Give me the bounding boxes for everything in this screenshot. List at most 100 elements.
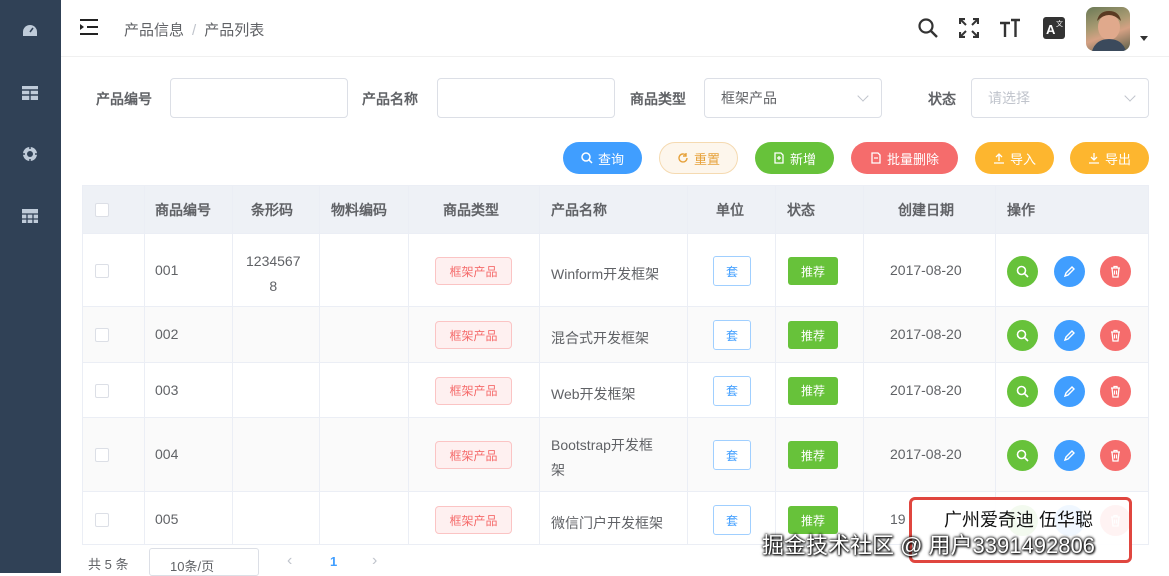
page-number-current[interactable]: 1	[330, 554, 337, 569]
trash-icon	[1109, 265, 1122, 278]
download-icon	[1088, 153, 1099, 164]
edit-button[interactable]	[1054, 375, 1085, 407]
delete-button[interactable]	[1100, 320, 1131, 351]
breadcrumb: 产品信息 / 产品列表	[124, 19, 264, 40]
cell-product-name: Winform开发框架	[551, 262, 659, 287]
watermark-community: 掘金技术社区 @ 用户3391492806	[762, 533, 1095, 558]
batch-delete-button[interactable]: 批量删除	[851, 142, 958, 174]
row-checkbox[interactable]	[95, 448, 109, 462]
column-divider	[775, 186, 776, 544]
translate-icon[interactable]: A文	[1042, 16, 1066, 40]
unit-tag: 套	[713, 505, 751, 535]
view-button[interactable]	[1007, 375, 1038, 407]
unit-tag: 套	[713, 256, 751, 286]
row-checkbox[interactable]	[95, 383, 109, 398]
cell-barcode-line2: 8	[269, 278, 278, 294]
fullscreen-icon[interactable]	[957, 16, 981, 40]
header-goods-code: 商品编号	[155, 202, 211, 218]
status-select[interactable]: 请选择	[971, 78, 1149, 118]
goods-type-tag: 框架产品	[435, 321, 512, 349]
header-material-code: 物料编码	[331, 202, 387, 218]
product-table: 商品编号 条形码 物料编码 商品类型 产品名称 单位 状态 创建日期 操作 00…	[82, 185, 1149, 545]
search-icon[interactable]	[916, 16, 940, 40]
prev-page-icon[interactable]: ‹	[287, 552, 292, 570]
product-code-input[interactable]	[170, 78, 348, 118]
column-divider	[408, 186, 409, 544]
document-icon	[871, 152, 881, 164]
row-checkbox[interactable]	[95, 513, 109, 527]
delete-button[interactable]	[1100, 440, 1131, 471]
view-button[interactable]	[1007, 440, 1038, 471]
reset-button-label: 重置	[693, 151, 720, 167]
cell-product-name-line1: 混合式开发框架	[551, 330, 649, 346]
dashboard-icon[interactable]	[21, 22, 39, 40]
settings-icon[interactable]	[21, 145, 39, 163]
edit-button[interactable]	[1054, 320, 1085, 351]
breadcrumb-separator: /	[192, 22, 197, 39]
cell-created-date: 2017-08-20	[890, 262, 962, 278]
status-label: 状态	[928, 91, 956, 107]
header-product-name: 产品名称	[551, 202, 607, 218]
header-actions: 操作	[1007, 202, 1035, 218]
cell-goods-code: 002	[155, 326, 179, 342]
export-button[interactable]: 导出	[1070, 142, 1149, 174]
cell-product-name-line2: 架	[551, 462, 565, 478]
header-goods-type: 商品类型	[443, 202, 499, 218]
document-icon	[774, 152, 784, 164]
delete-button[interactable]	[1100, 375, 1131, 407]
search-icon	[1016, 329, 1029, 342]
column-divider	[232, 186, 233, 544]
export-button-label: 导出	[1104, 151, 1131, 167]
page-size-select[interactable]: 10条/页	[149, 548, 259, 576]
add-button[interactable]: 新增	[755, 142, 834, 174]
goods-type-select[interactable]: 框架产品	[704, 78, 882, 118]
chevron-down-icon[interactable]	[1140, 36, 1148, 41]
table-header: 商品编号 条形码 物料编码 商品类型 产品名称 单位 状态 创建日期 操作	[83, 186, 1148, 234]
cell-product-name-line1: Bootstrap开发框	[551, 437, 653, 453]
svg-text:文: 文	[1056, 19, 1063, 28]
upload-icon	[993, 153, 1004, 164]
table-icon[interactable]	[21, 84, 39, 102]
status-tag: 推荐	[788, 376, 838, 405]
add-button-label: 新增	[789, 151, 816, 167]
reset-button[interactable]: 重置	[659, 142, 738, 174]
breadcrumb-item-product-list: 产品列表	[204, 22, 265, 39]
view-button[interactable]	[1007, 256, 1038, 287]
query-button-label: 查询	[597, 151, 624, 167]
row-checkbox[interactable]	[95, 328, 109, 342]
font-size-icon[interactable]	[998, 16, 1022, 40]
cell-barcode-line1: 1234567	[246, 253, 301, 269]
goods-type-selected-value: 框架产品	[721, 90, 777, 106]
column-divider	[995, 186, 996, 544]
menu-toggle-icon[interactable]	[79, 18, 99, 36]
product-code-label: 产品编号	[96, 91, 152, 107]
grid-icon[interactable]	[21, 207, 39, 225]
next-page-icon[interactable]: ›	[372, 552, 377, 570]
status-tag: 推荐	[788, 257, 838, 285]
edit-button[interactable]	[1054, 256, 1085, 287]
import-button[interactable]: 导入	[975, 142, 1054, 174]
row-checkbox[interactable]	[95, 264, 109, 278]
select-all-checkbox[interactable]	[95, 203, 109, 217]
edit-button[interactable]	[1054, 440, 1085, 471]
search-icon	[581, 152, 593, 164]
header-barcode: 条形码	[251, 202, 293, 218]
trash-icon	[1109, 385, 1122, 398]
user-avatar[interactable]	[1086, 7, 1130, 51]
breadcrumb-item-product-info[interactable]: 产品信息	[124, 22, 184, 39]
column-divider	[539, 186, 540, 544]
column-divider	[863, 186, 864, 544]
delete-button[interactable]	[1100, 256, 1131, 287]
cell-goods-code: 005	[155, 511, 179, 527]
goods-type-tag: 框架产品	[435, 376, 512, 405]
product-name-input[interactable]	[437, 78, 615, 118]
cell-product-name: 混合式开发框架	[551, 326, 649, 351]
view-button[interactable]	[1007, 320, 1038, 351]
column-divider	[687, 186, 688, 544]
batch-delete-button-label: 批量删除	[886, 151, 939, 167]
import-button-label: 导入	[1009, 151, 1036, 167]
column-divider	[319, 186, 320, 544]
goods-type-tag: 框架产品	[435, 506, 512, 534]
cell-product-name: 微信门户开发框架	[551, 511, 663, 536]
query-button[interactable]: 查询	[563, 142, 642, 174]
